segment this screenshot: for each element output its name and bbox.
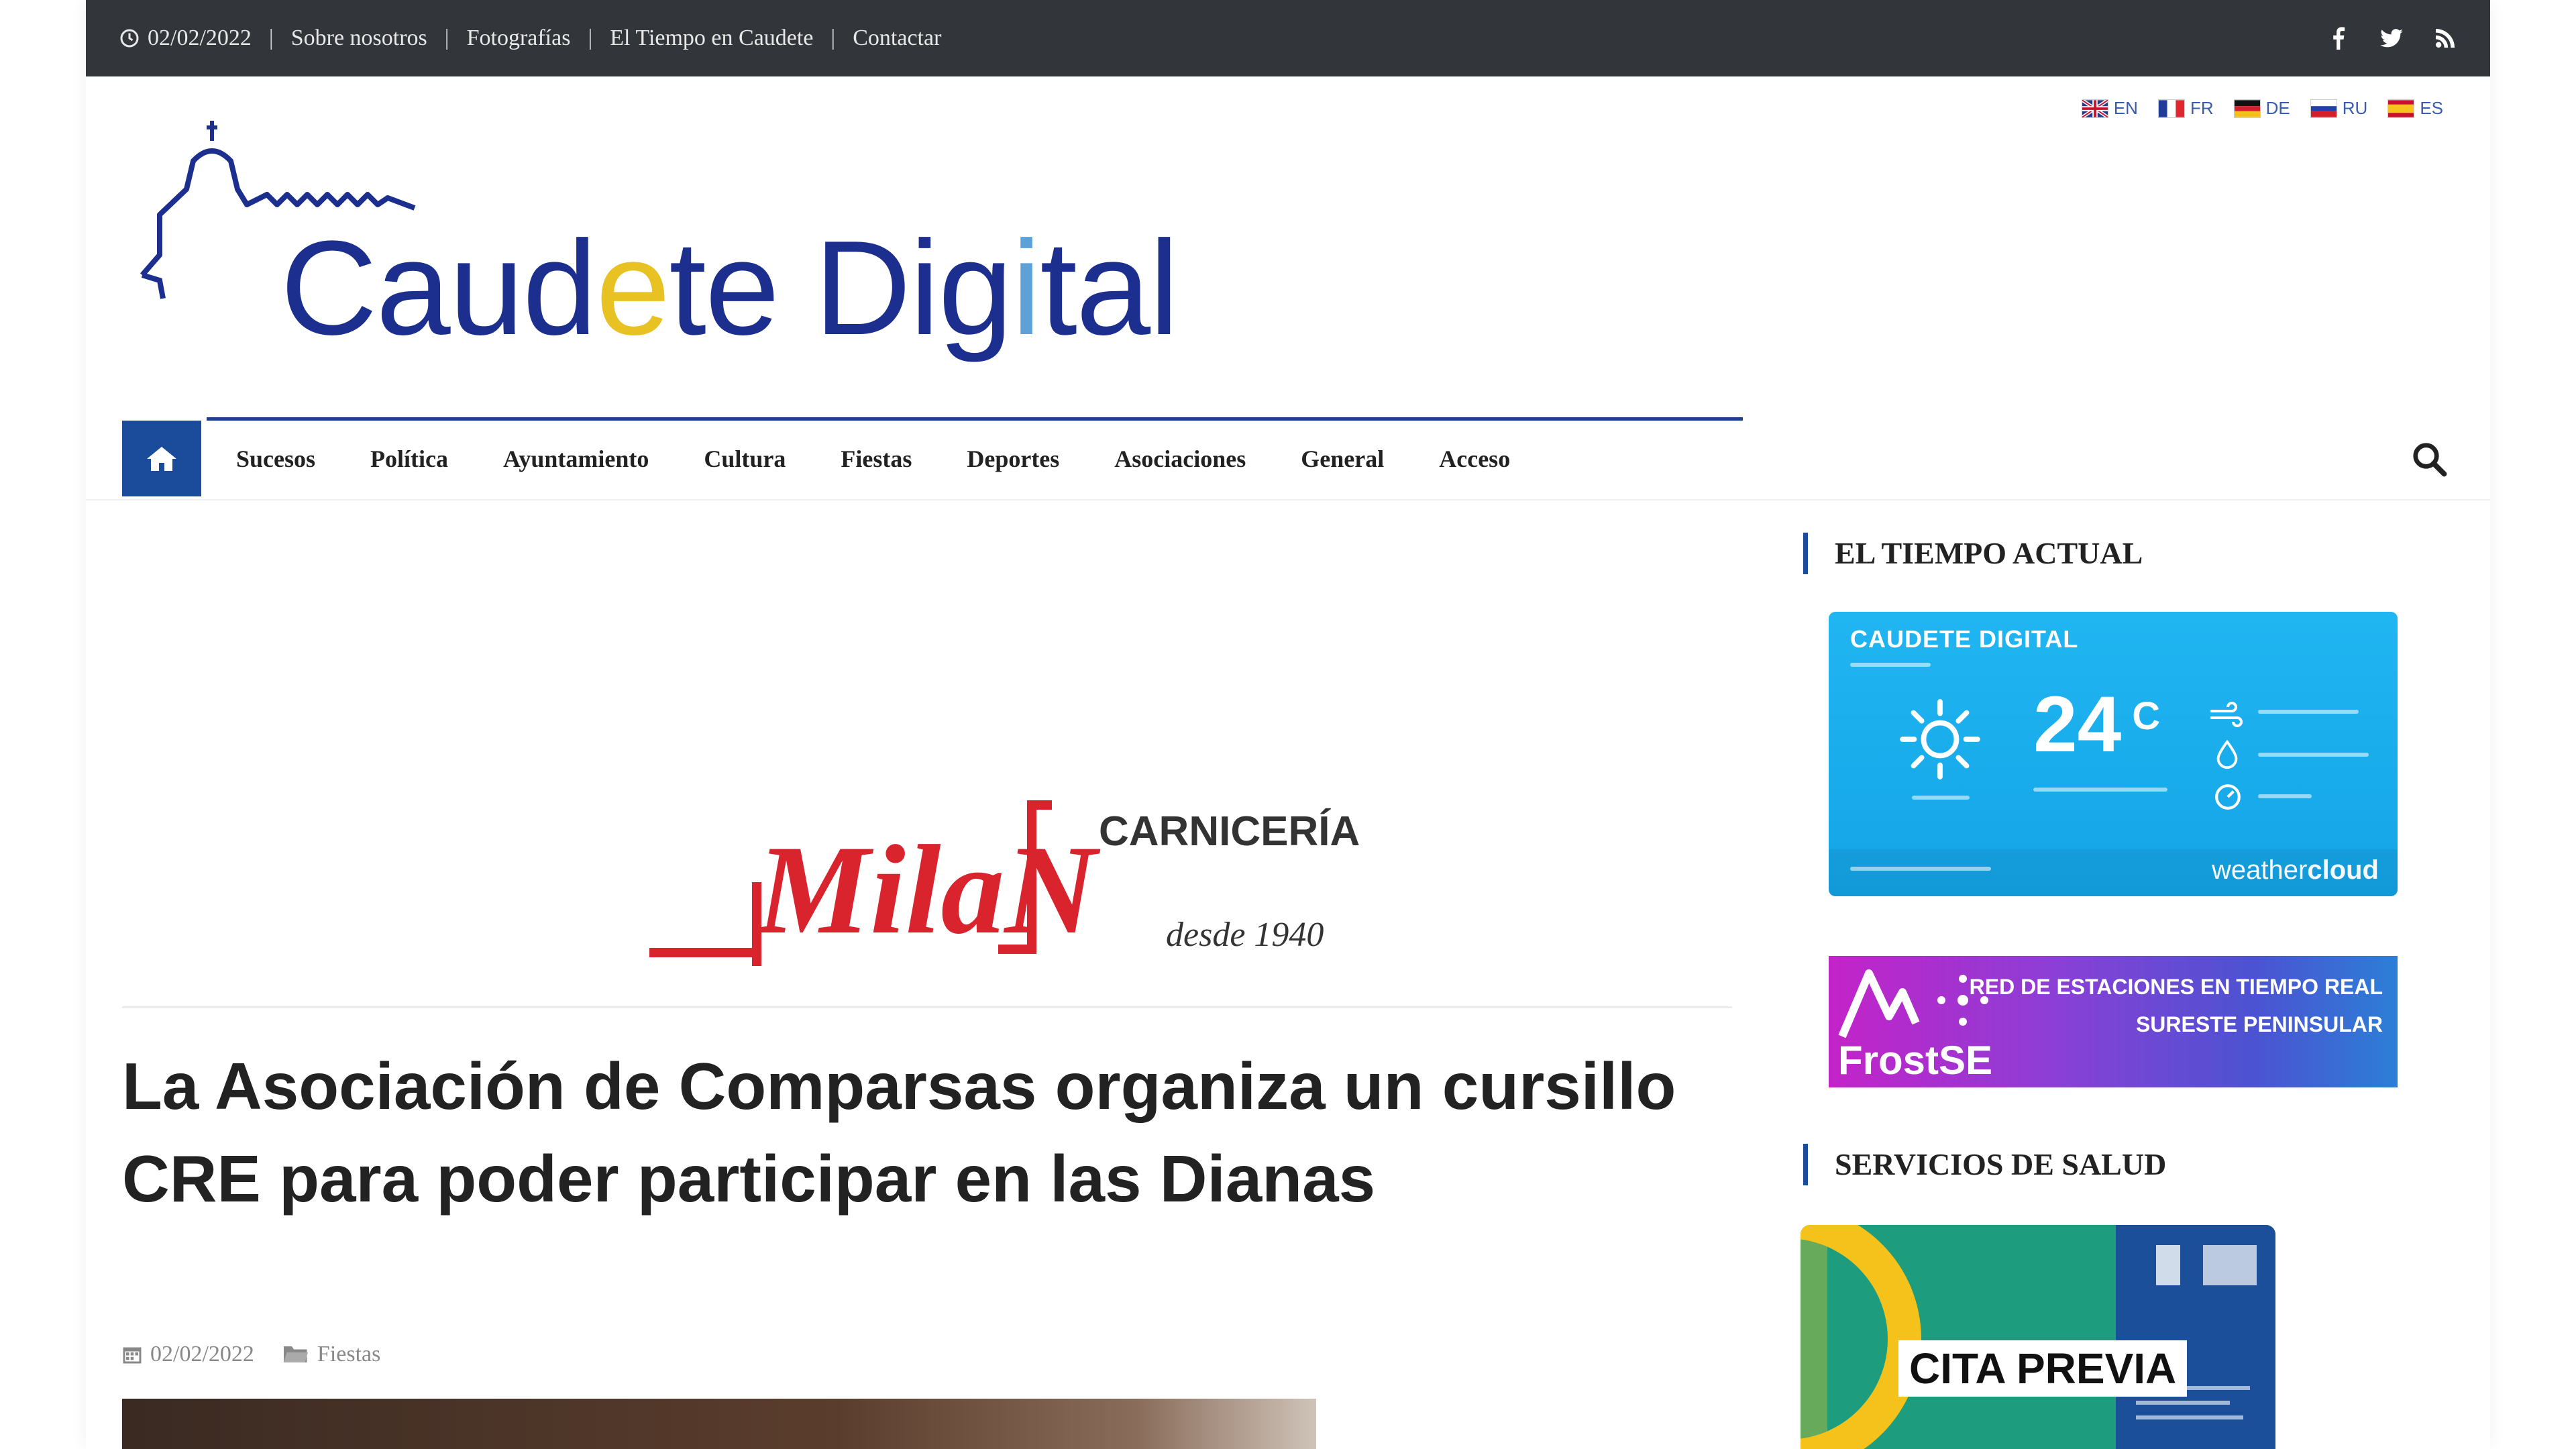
main-nav: Sucesos Política Ayuntamiento Cultura Fi… [122,421,2457,498]
nav-item-general[interactable]: General [1301,445,1384,473]
flag-germany-icon [2233,99,2261,118]
calendar-icon [123,1347,142,1364]
article-category[interactable]: Fiestas [282,1342,380,1367]
ad-type: CARNICERÍA [1099,808,1360,855]
top-link-fotografias[interactable]: Fotografías [467,25,571,51]
nav-item-sucesos[interactable]: Sucesos [236,445,315,473]
article-image[interactable] [122,1399,1316,1449]
nav-item-fiestas[interactable]: Fiestas [841,445,912,473]
article-date: 02/02/2022 [122,1342,254,1367]
gauge-icon [2215,784,2241,810]
nav-item-ayuntamiento[interactable]: Ayuntamiento [503,445,649,473]
frostse-name: FrostSE [1838,1038,1993,1083]
sidebar-title-weather: EL TIEMPO ACTUAL [1803,533,2143,574]
weathercloud-brand: weathercloud [2212,855,2379,885]
search-icon[interactable] [2411,441,2447,477]
nav-item-politica[interactable]: Política [370,445,448,473]
ad-banner-carniceria[interactable]: MilaN CARNICERÍA desde 1940 [623,765,1360,979]
frostse-banner[interactable]: FrostSE RED DE ESTACIONES EN TIEMPO REAL… [1829,956,2398,1087]
nav-item-acceso[interactable]: Acceso [1439,445,1510,473]
site-logo[interactable]: Caudete Digital [133,114,1206,382]
frostse-line1: RED DE ESTACIONES EN TIEMPO REAL [1969,975,2383,999]
ad-since: desde 1940 [1166,916,1324,954]
wind-icon [2210,702,2243,727]
weather-widget[interactable]: CAUDETE DIGITAL 24 C weathercloud [1829,612,2398,896]
clock-icon [120,29,139,48]
cita-previa-label: CITA PREVIA [1898,1340,2188,1397]
content-divider [122,1006,1732,1008]
folder-icon [283,1346,308,1362]
ad-brand: MilaN [755,820,1101,961]
frostse-line2: SURESTE PENINSULAR [2135,1012,2383,1036]
article-meta: 02/02/2022 Fiestas [122,1342,380,1367]
lang-en[interactable]: EN [2081,98,2138,119]
page: 02/02/2022 | Sobre nosotros | Fotografía… [86,0,2490,1449]
weather-station-name: CAUDETE DIGITAL [1850,625,2079,653]
top-link-sobre-nosotros[interactable]: Sobre nosotros [291,25,427,51]
sidebar-title-health: SERVICIOS DE SALUD [1803,1144,2166,1185]
language-selector: EN FR DE RU ES [2081,98,2443,119]
home-icon [147,446,176,471]
logo-text: Caudete Digital [280,213,1179,363]
top-link-contactar[interactable]: Contactar [853,25,941,51]
droplet-icon [2216,739,2238,769]
nav-item-cultura[interactable]: Cultura [704,445,786,473]
top-link-el-tiempo[interactable]: El Tiempo en Caudete [610,25,813,51]
lang-ru[interactable]: RU [2310,98,2367,119]
home-button[interactable] [122,421,201,496]
weather-temperature: 24 C [2033,680,2161,769]
nav-item-asociaciones[interactable]: Asociaciones [1114,445,1246,473]
lang-de[interactable]: DE [2233,98,2290,119]
lang-fr[interactable]: FR [2157,98,2214,119]
cita-previa-banner[interactable]: CITA PREVIA [1801,1225,2275,1449]
nav-bottom-border [86,499,2490,500]
nav-item-deportes[interactable]: Deportes [967,445,1059,473]
flag-france-icon [2157,99,2185,118]
rss-icon[interactable] [2434,27,2457,50]
top-bar: 02/02/2022 | Sobre nosotros | Fotografía… [86,0,2490,76]
article-title[interactable]: La Asociación de Comparsas organiza un c… [122,1040,1699,1225]
twitter-icon[interactable] [2380,27,2403,50]
sun-icon [1900,699,1980,780]
top-date: 02/02/2022 [119,25,252,51]
flag-uk-icon [2081,99,2108,118]
flag-spain-icon [2387,99,2415,118]
lang-es[interactable]: ES [2387,98,2443,119]
flag-russia-icon [2310,99,2337,118]
facebook-icon[interactable] [2326,27,2349,50]
